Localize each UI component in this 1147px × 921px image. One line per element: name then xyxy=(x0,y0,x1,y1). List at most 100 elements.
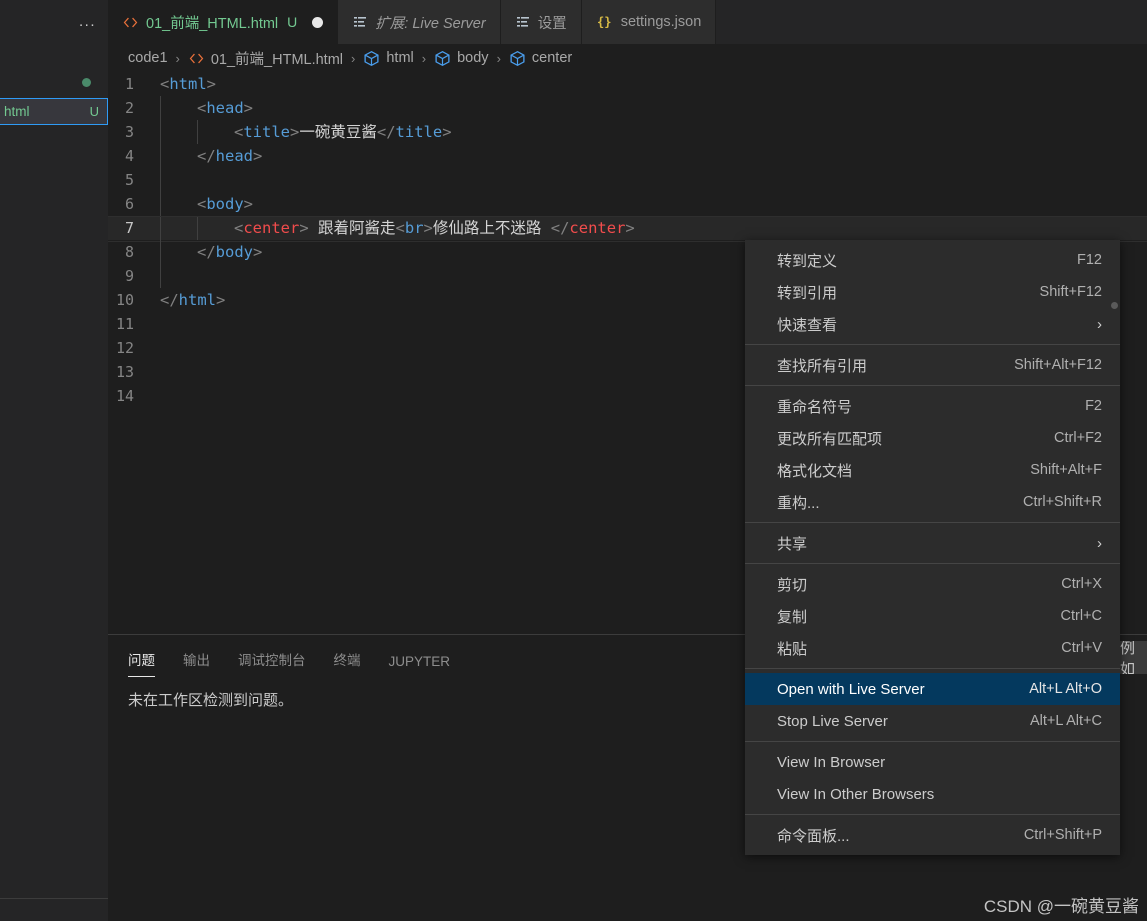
editor-tab-4[interactable]: {} settings.json xyxy=(581,0,717,44)
code-token-punct: > xyxy=(442,123,452,141)
code-token-punct: < xyxy=(234,219,244,237)
code-token-punct: > xyxy=(290,123,300,141)
context-menu-item-label: 格式化文档 xyxy=(777,462,853,480)
code-token-tag: br xyxy=(404,219,424,237)
breadcrumb-item-2[interactable]: 01_前端_HTML.html xyxy=(188,48,343,69)
context-menu-item-shortcut: Ctrl+V xyxy=(1061,640,1102,656)
editor-tab-1[interactable]: 01_前端_HTML.html U xyxy=(108,0,339,44)
panel-tab-5[interactable]: JUPYTER xyxy=(375,654,465,677)
context-menu-separator xyxy=(745,522,1120,523)
context-menu-scroll-indicator[interactable] xyxy=(1111,302,1118,309)
context-menu-item[interactable]: Open with Live Server Alt+L Alt+O xyxy=(745,673,1120,705)
tab-dirty-indicator-icon[interactable] xyxy=(312,16,324,28)
context-menu-item[interactable]: 更改所有匹配项 Ctrl+F2 xyxy=(745,422,1120,454)
code-line-content: <body> xyxy=(156,192,253,216)
context-menu-item[interactable]: 格式化文档 Shift+Alt+F xyxy=(745,454,1120,486)
context-menu-item-label: 复制 xyxy=(777,608,808,626)
context-menu-item[interactable]: 命令面板... Ctrl+Shift+P xyxy=(745,819,1120,851)
context-menu-item-shortcut: Ctrl+Shift+P xyxy=(1023,827,1102,843)
code-line[interactable]: 2 <head> xyxy=(108,96,1147,120)
panel-tab-2[interactable]: 输出 xyxy=(169,649,224,677)
context-menu-item[interactable]: View In Browser xyxy=(745,746,1120,778)
context-menu-item[interactable]: Stop Live Server Alt+L Alt+C xyxy=(745,705,1120,737)
context-menu-item-label: 查找所有引用 xyxy=(777,357,868,375)
code-token-tag: body xyxy=(215,243,253,261)
code-token-punct: </ xyxy=(376,123,396,141)
panel-tab-1[interactable]: 问题 xyxy=(128,649,169,677)
code-line[interactable]: 3 <title>一碗黄豆酱</title> xyxy=(108,120,1147,144)
context-menu-item-label: Open with Live Server xyxy=(777,680,925,698)
context-menu-item-label: View In Other Browsers xyxy=(777,785,935,803)
breadcrumb-separator-icon: › xyxy=(351,50,356,66)
line-number: 5 xyxy=(124,171,134,189)
indent-guide xyxy=(160,168,197,192)
context-menu-item[interactable]: 剪切 Ctrl+X xyxy=(745,568,1120,600)
breadcrumb-item-3[interactable]: html xyxy=(363,50,414,67)
settings-page-icon xyxy=(515,14,531,30)
context-menu-item[interactable]: 查找所有引用 Shift+Alt+F12 xyxy=(745,349,1120,381)
code-token-punct: > xyxy=(253,243,263,261)
context-menu-item-label: 快速查看 xyxy=(777,316,838,334)
context-menu-item[interactable]: 快速查看 › xyxy=(745,308,1120,340)
context-menu-item-label: 转到引用 xyxy=(777,284,838,302)
json-file-icon: {} xyxy=(596,14,614,30)
code-line[interactable]: 4 </head> xyxy=(108,144,1147,168)
code-line-content: <head> xyxy=(156,96,253,120)
editor-tab-label: settings.json xyxy=(620,14,702,30)
context-menu-item[interactable]: 重命名符号 F2 xyxy=(745,390,1120,422)
context-menu-item-label: View In Browser xyxy=(777,753,886,771)
code-line-content: <center> 跟着阿酱走<br>修仙路上不迷路 </center> xyxy=(156,216,635,240)
editor-tab-3[interactable]: 设置 xyxy=(500,0,582,44)
line-number: 13 xyxy=(115,363,134,381)
code-line[interactable]: 6 <body> xyxy=(108,192,1147,216)
indent-guide xyxy=(197,216,234,240)
explorer-file-item[interactable]: html U xyxy=(0,98,108,125)
editor-context-menu[interactable]: 转到定义 F12 转到引用 Shift+F12 快速查看 › 查找所有引用 Shift+Alt… xyxy=(745,240,1120,855)
context-menu-item[interactable]: View In Other Browsers xyxy=(745,778,1120,810)
context-menu-item[interactable]: 共享 › xyxy=(745,527,1120,559)
breadcrumb: code1 › 01_前端_HTML.html › html › body › center xyxy=(108,44,1147,72)
context-menu-item-label: 剪切 xyxy=(777,576,808,594)
context-menu-item[interactable]: 重构... Ctrl+Shift+R xyxy=(745,486,1120,518)
context-menu-item-label: 命令面板... xyxy=(777,827,850,845)
explorer-file-name: html xyxy=(4,104,30,119)
code-token-punct: </ xyxy=(197,243,216,261)
sidebar-divider xyxy=(0,898,108,899)
editor-tab-2[interactable]: 扩展: Live Server xyxy=(338,0,501,44)
breadcrumb-item-4[interactable]: body xyxy=(434,50,489,67)
indent-guide xyxy=(160,144,197,168)
sidebar-overflow-menu-icon[interactable]: ... xyxy=(79,14,96,29)
code-line[interactable]: 7 <center> 跟着阿酱走<br>修仙路上不迷路 </center> xyxy=(108,216,1147,242)
context-menu-item-label: 重命名符号 xyxy=(777,398,853,416)
context-menu-item[interactable]: 转到定义 F12 xyxy=(745,244,1120,276)
extensions-icon xyxy=(352,14,368,30)
code-line[interactable]: 1 <html> xyxy=(108,72,1147,96)
chevron-right-icon: › xyxy=(1097,315,1102,333)
code-line[interactable]: 5 xyxy=(108,168,1147,192)
breadcrumb-item-5[interactable]: center xyxy=(509,50,572,67)
context-menu-item-shortcut: Alt+L Alt+C xyxy=(1029,713,1102,729)
code-token-tag: html xyxy=(178,291,216,309)
panel-tab-3[interactable]: 调试控制台 xyxy=(224,649,320,677)
csdn-watermark: CSDN @一碗黄豆酱 xyxy=(983,897,1139,916)
context-menu-separator xyxy=(745,668,1120,669)
context-menu-item[interactable]: 粘贴 Ctrl+V xyxy=(745,632,1120,664)
panel-tab-4[interactable]: 终端 xyxy=(320,649,375,677)
line-number: 7 xyxy=(124,219,134,237)
breadcrumb-item-label: html xyxy=(386,50,414,66)
editor-tab-label: 扩展: Live Server xyxy=(375,15,486,32)
context-menu-item[interactable]: 转到引用 Shift+F12 xyxy=(745,276,1120,308)
unsaved-indicator-dot xyxy=(82,78,91,87)
indent-guide xyxy=(160,96,197,120)
code-token-punct: > xyxy=(243,99,254,117)
breadcrumb-item-label: body xyxy=(457,50,489,66)
code-token-text: 跟着阿酱走 xyxy=(308,219,396,237)
context-menu-item-shortcut: Ctrl+X xyxy=(1061,576,1102,592)
line-number: 8 xyxy=(124,243,134,261)
context-menu-item[interactable]: 复制 Ctrl+C xyxy=(745,600,1120,632)
code-token-punct: < xyxy=(197,99,207,117)
line-number: 14 xyxy=(115,387,134,405)
breadcrumb-item-1[interactable]: code1 xyxy=(128,50,168,66)
code-token-punct: </ xyxy=(197,147,216,165)
line-number: 3 xyxy=(124,123,134,141)
